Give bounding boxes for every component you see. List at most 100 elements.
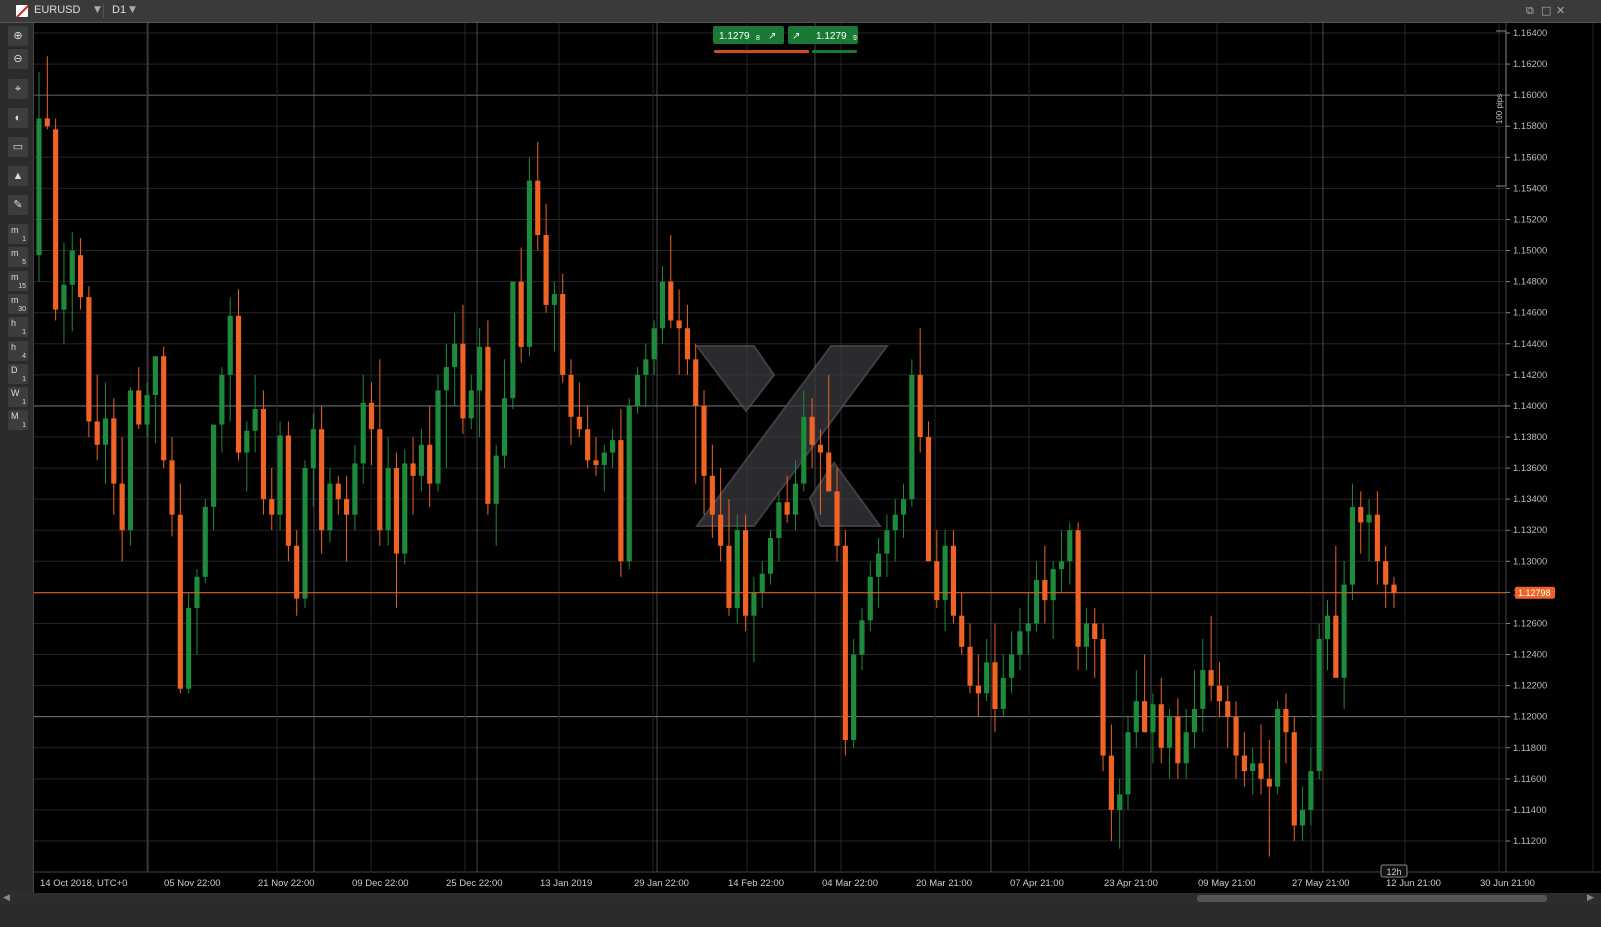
timeframe-h1-button[interactable]: h1	[8, 317, 28, 337]
candle-body	[1183, 732, 1189, 764]
candle-body	[1324, 615, 1331, 639]
symbol-selector[interactable]: EURUSD	[34, 4, 80, 16]
candle-body	[1150, 704, 1156, 733]
candle-body	[144, 395, 150, 425]
scroll-left-icon[interactable]: ◀	[3, 893, 10, 903]
candle-body	[726, 545, 732, 608]
candle-body	[701, 405, 707, 476]
scrollbar-thumb[interactable]	[1197, 895, 1547, 902]
candle-body	[418, 444, 424, 476]
chart-type-icon[interactable]: ◐	[8, 108, 28, 128]
timeframe-m1-button[interactable]: m1	[8, 224, 28, 244]
timeframe-m15-button[interactable]: m 15	[8, 271, 28, 291]
candle-body	[343, 499, 350, 515]
timeframe-unit: h	[11, 342, 17, 352]
candle-body	[244, 430, 250, 453]
candle-body	[1200, 670, 1206, 709]
maximize-window-icon[interactable]: □	[1541, 4, 1551, 17]
candle-body	[393, 468, 400, 554]
candle-body	[1283, 708, 1289, 733]
candle-body	[1158, 704, 1164, 748]
buy-price: 1.1279	[816, 31, 847, 42]
candle-body	[892, 514, 898, 531]
price-tick-label: 1.11600	[1513, 774, 1547, 785]
candle-body	[792, 483, 799, 515]
timeframe-selector[interactable]: D1	[112, 4, 126, 16]
trader-icon[interactable]: ▲	[8, 166, 28, 186]
candle-body	[709, 475, 715, 515]
timeframe-unit: D	[11, 365, 18, 375]
timeframe-m5-button[interactable]: m5	[8, 247, 28, 267]
candle-body	[1383, 561, 1389, 585]
candle-body	[560, 294, 566, 375]
time-tick-label: 21 Nov 22:00	[258, 878, 315, 889]
candle-body	[443, 367, 449, 391]
timeframe-m30-button[interactable]: m 30	[8, 294, 28, 314]
candle-body	[1299, 809, 1306, 826]
candle-body	[1258, 763, 1264, 779]
candle-body	[86, 297, 92, 422]
candle-body	[942, 545, 948, 601]
scroll-right-icon[interactable]: ▶	[1587, 893, 1594, 903]
candle-body	[684, 328, 690, 360]
candle-body	[111, 418, 117, 484]
candle-body	[659, 281, 666, 329]
candle-body	[452, 343, 458, 368]
zoom-out-icon[interactable]: ⊖	[8, 49, 28, 69]
price-tick-label: 1.12000	[1513, 712, 1547, 723]
price-tick-label: 1.12200	[1513, 681, 1547, 692]
candle-body	[568, 374, 574, 417]
candle-body	[676, 320, 682, 329]
candle-body	[1075, 530, 1081, 647]
candle-body	[751, 592, 757, 616]
timeframe-unit: m	[11, 295, 19, 305]
candle-body	[767, 538, 774, 574]
drawing-icon[interactable]: ✎	[8, 195, 28, 215]
candle-body	[1033, 579, 1040, 624]
candle-body	[1208, 670, 1214, 686]
timeframe-dropdown-icon[interactable]: ▼	[129, 5, 136, 15]
candle-body	[202, 506, 208, 577]
price-tick-label: 1.14800	[1513, 277, 1547, 288]
timeframe-count: 30	[18, 306, 26, 313]
candle-body	[435, 390, 441, 484]
timeframe-unit: M	[11, 411, 19, 421]
price-tick-label: 1.12400	[1513, 650, 1547, 661]
timeframe-count: 4	[22, 353, 26, 360]
timeframe-h4-button[interactable]: h4	[8, 341, 28, 361]
candle-body	[601, 452, 607, 465]
candle-body	[817, 444, 823, 453]
horizontal-scrollbar[interactable]: ◀ ▶	[0, 893, 1601, 905]
candle-body	[186, 607, 192, 689]
crosshair-icon[interactable]: ⌖	[8, 79, 28, 99]
indicator-icon[interactable]: ▭	[8, 137, 28, 157]
timeframe-M1-button[interactable]: M1	[8, 410, 28, 430]
close-window-icon[interactable]: ✕	[1556, 4, 1565, 17]
zoom-in-icon[interactable]: ⊕	[8, 26, 28, 46]
candle-body	[1316, 639, 1322, 772]
price-chart[interactable]: 1.16400 1.16200 1.16000 1.15800 1.15600 1.154…	[34, 23, 1601, 893]
candle-body	[543, 235, 549, 305]
symbol-dropdown-icon[interactable]: ▼	[94, 5, 101, 15]
price-tick-label: 1.11800	[1513, 743, 1547, 754]
candle-body	[1000, 677, 1006, 709]
chart-canvas[interactable]: 1.16400 1.16200 1.16000 1.15800 1.15600 1.154…	[34, 23, 1601, 893]
candle-body	[294, 545, 300, 599]
time-tick-label: 25 Dec 22:00	[446, 878, 503, 889]
buy-sentiment-bar	[812, 50, 857, 53]
timeframe-D1-button[interactable]: D1	[8, 364, 28, 384]
detach-window-icon[interactable]: ⧉	[1526, 4, 1534, 18]
candle-body	[94, 421, 100, 445]
candle-body	[102, 418, 109, 445]
time-tick-label: 30 Jun 21:00	[1480, 878, 1535, 889]
candle-body	[576, 416, 582, 430]
broker-logo-icon	[16, 5, 28, 17]
timeframe-W1-button[interactable]: W1	[8, 387, 28, 407]
price-tick-label: 1.13200	[1513, 525, 1547, 536]
candle-body	[460, 343, 466, 419]
candle-body	[1374, 514, 1380, 562]
candle-body	[61, 284, 67, 310]
candle-body	[1308, 771, 1314, 810]
candle-body	[1092, 623, 1098, 639]
sell-arrow-icon: ↗	[768, 31, 776, 42]
